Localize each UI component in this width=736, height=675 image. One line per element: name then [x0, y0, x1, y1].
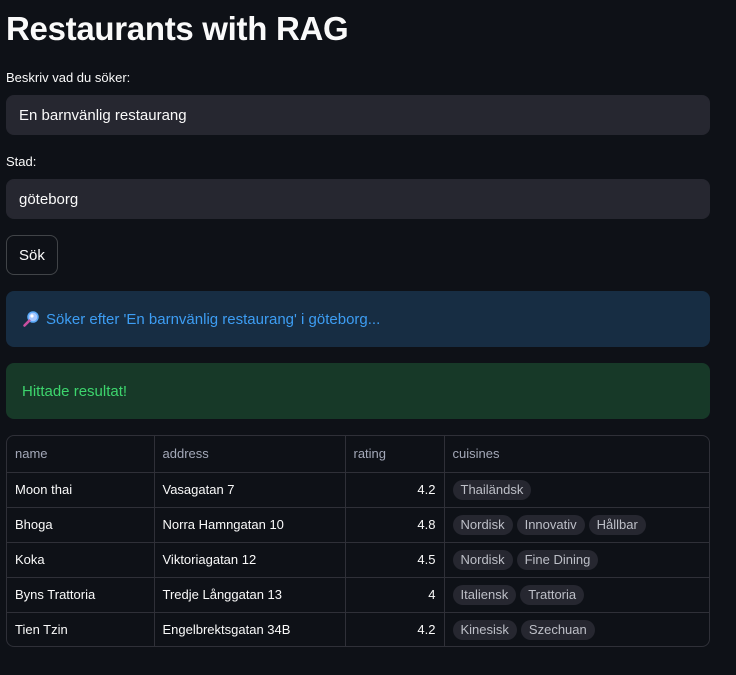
cell-rating[interactable]: 4.5: [345, 542, 445, 578]
cell-address[interactable]: Engelbrektsgatan 34B: [154, 612, 346, 646]
cell-address[interactable]: Viktoriagatan 12: [154, 542, 346, 578]
cell-name[interactable]: Byns Trattoria: [7, 577, 155, 613]
table-row[interactable]: Moon thai Vasagatan 7 4.2 Thailändsk: [7, 472, 709, 508]
city-input[interactable]: [6, 179, 710, 219]
cell-name[interactable]: Moon thai: [7, 472, 155, 508]
cell-rating[interactable]: 4: [345, 577, 445, 613]
cell-address[interactable]: Vasagatan 7: [154, 472, 346, 508]
cell-name[interactable]: Tien Tzin: [7, 612, 155, 646]
query-input[interactable]: [6, 95, 710, 135]
cell-name[interactable]: Koka: [7, 542, 155, 578]
cell-cuisines[interactable]: Nordisk Innovativ Hållbar: [444, 507, 709, 543]
cuisine-tag: Italiensk: [452, 584, 517, 605]
cell-cuisines[interactable]: Italiensk Trattoria: [444, 577, 709, 613]
query-label: Beskriv vad du söker:: [6, 70, 131, 85]
city-label: Stad:: [6, 154, 37, 169]
cell-cuisines[interactable]: Kinesisk Szechuan: [444, 612, 709, 646]
table-header-row: name address rating cuisines: [7, 436, 709, 473]
cuisine-tag: Nordisk: [452, 514, 513, 535]
cuisine-tag: Trattoria: [520, 584, 585, 605]
column-header-name[interactable]: name: [7, 436, 155, 473]
cuisine-tag: Thailändsk: [452, 479, 532, 500]
cell-rating[interactable]: 4.8: [345, 507, 445, 543]
cell-rating[interactable]: 4.2: [345, 612, 445, 646]
cell-address[interactable]: Norra Hamngatan 10: [154, 507, 346, 543]
cell-cuisines[interactable]: Nordisk Fine Dining: [444, 542, 709, 578]
magnifying-glass-icon: [22, 310, 40, 328]
search-button[interactable]: Sök: [6, 235, 58, 275]
info-alert-text: Söker efter 'En barnvänlig restaurang' i…: [46, 310, 381, 328]
cuisine-tag: Nordisk: [452, 549, 513, 570]
cell-name[interactable]: Bhoga: [7, 507, 155, 543]
column-header-rating[interactable]: rating: [345, 436, 445, 473]
column-header-address[interactable]: address: [154, 436, 346, 473]
success-alert-text: Hittade resultat!: [22, 382, 128, 400]
success-alert: Hittade resultat!: [6, 363, 710, 419]
table-row[interactable]: Koka Viktoriagatan 12 4.5 Nordisk Fine Di…: [7, 542, 709, 578]
table-row[interactable]: Byns Trattoria Tredje Långgatan 13 4 Ita…: [7, 577, 709, 613]
cell-rating[interactable]: 4.2: [345, 472, 445, 508]
cell-cuisines[interactable]: Thailändsk: [444, 472, 709, 508]
cuisine-tag: Kinesisk: [452, 619, 517, 640]
table-row[interactable]: Tien Tzin Engelbrektsgatan 34B 4.2 Kines…: [7, 612, 709, 646]
cuisine-tag: Szechuan: [520, 619, 595, 640]
cuisine-tag: Hållbar: [588, 514, 646, 535]
cuisine-tag: Fine Dining: [516, 549, 599, 570]
cell-address[interactable]: Tredje Långgatan 13: [154, 577, 346, 613]
cuisine-tag: Innovativ: [516, 514, 585, 535]
info-alert: Söker efter 'En barnvänlig restaurang' i…: [6, 291, 710, 347]
page-title: Restaurants with RAG: [6, 10, 349, 47]
results-table[interactable]: name address rating cuisines Moon thai V…: [6, 435, 710, 647]
column-header-cuisines[interactable]: cuisines: [444, 436, 709, 473]
table-row[interactable]: Bhoga Norra Hamngatan 10 4.8 Nordisk Inno…: [7, 507, 709, 543]
app-page: Restaurants with RAG Beskriv vad du söke…: [0, 0, 736, 675]
